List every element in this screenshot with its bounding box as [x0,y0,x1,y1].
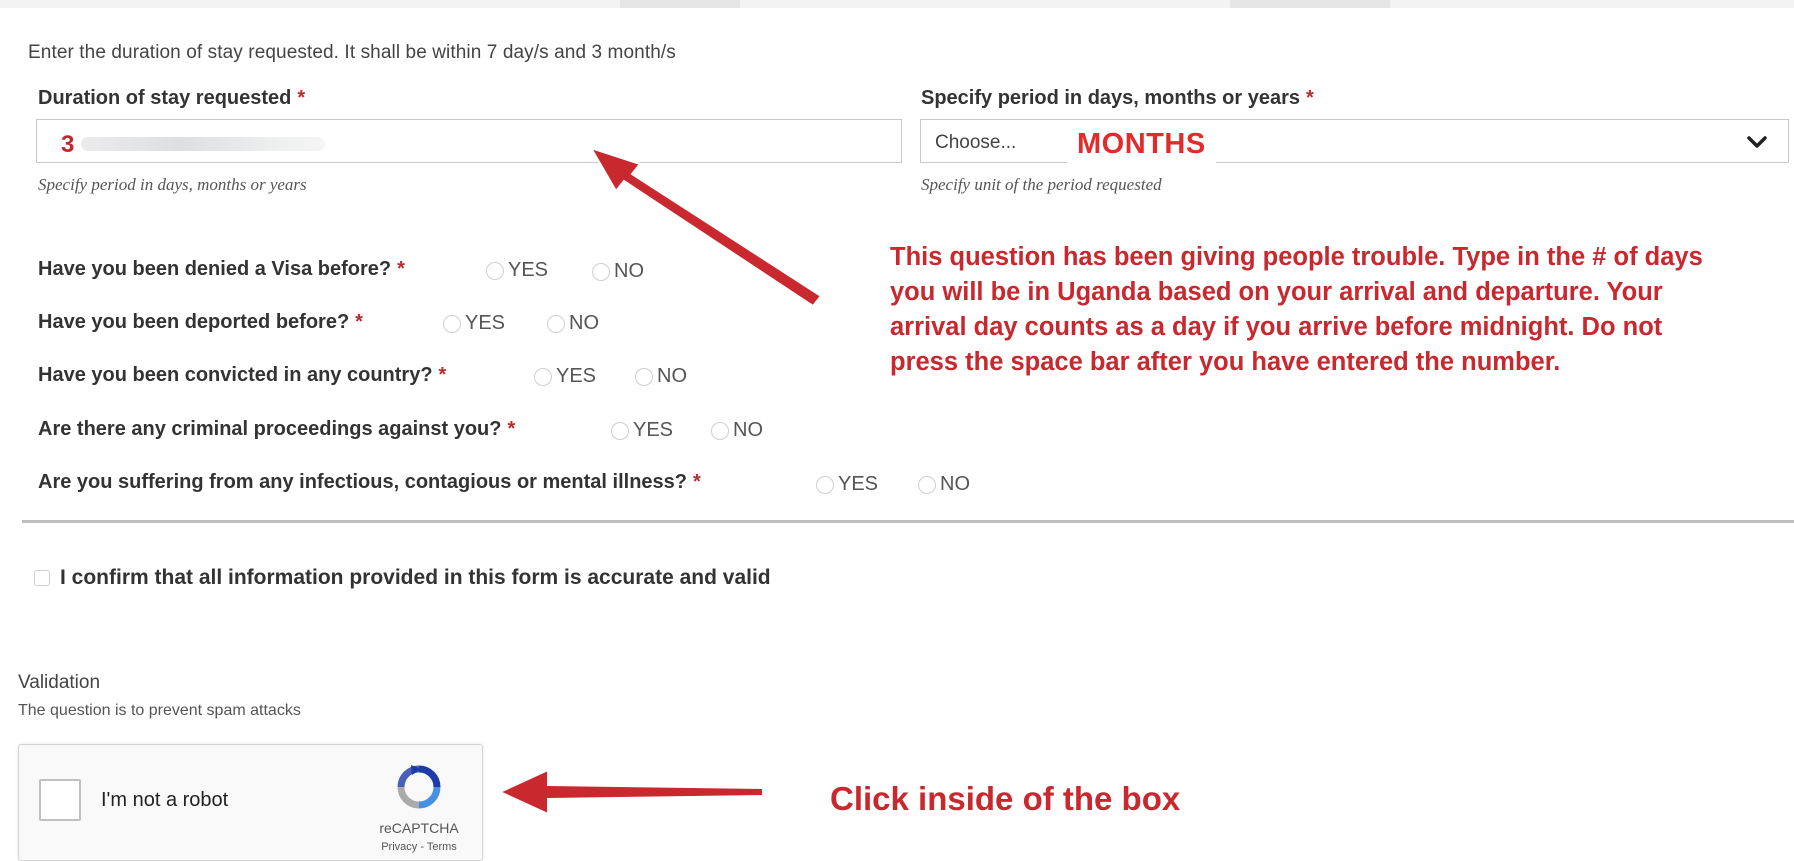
arrow-to-recaptcha [497,768,764,816]
note-line: This question has been giving people tro… [890,243,1703,271]
arrow-to-duration-field [588,146,823,308]
note-line: you will be in Uganda based on your arri… [890,278,1663,306]
annotation-note: This question has been giving people tro… [890,240,1790,380]
note-line: arrival day counts as a day if you arriv… [890,313,1663,341]
note-line: press the space bar after you have enter… [890,348,1561,376]
click-box-annotation: Click inside of the box [830,780,1181,817]
annotation-arrows [497,146,823,816]
